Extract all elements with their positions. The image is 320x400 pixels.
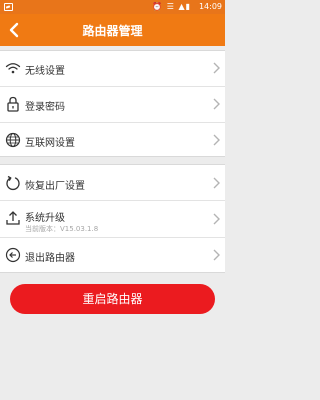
menu-item-internet[interactable]: 互联网设置	[0, 123, 225, 158]
menu-item-logout[interactable]: 退出路由器	[0, 238, 225, 273]
settings-group-1: 无线设置 登录密码 互联网设置	[0, 50, 225, 157]
menu-item-label: 恢复出厂设置	[25, 181, 85, 192]
menu-item-label: 无线设置	[25, 66, 65, 77]
menu-item-label: 退出路由器	[25, 253, 75, 264]
chevron-right-icon	[213, 249, 220, 261]
menu-item-wireless[interactable]: 无线设置	[0, 51, 225, 86]
app-header: 路由器管理	[0, 14, 225, 46]
menu-item-login-password[interactable]: 登录密码	[0, 87, 225, 122]
chevron-right-icon	[213, 213, 220, 225]
restore-icon	[6, 175, 20, 191]
firmware-version: 当前版本：V15.03.1.8	[25, 225, 99, 233]
gallery-icon	[4, 3, 13, 11]
menu-item-factory-reset[interactable]: 恢复出厂设置	[0, 165, 225, 200]
wifi-icon	[5, 63, 21, 74]
exit-icon	[5, 247, 21, 263]
menu-item-label: 互联网设置	[25, 138, 75, 149]
page-title: 路由器管理	[82, 24, 143, 38]
globe-icon	[5, 132, 21, 148]
menu-item-label: 系统升级	[25, 213, 65, 224]
chevron-right-icon	[213, 62, 220, 74]
lock-icon	[7, 96, 19, 112]
status-icons: ⏰ ☰ ▲▮	[152, 2, 191, 11]
status-bar: ⏰ ☰ ▲▮ 14:09	[0, 0, 225, 14]
chevron-right-icon	[213, 98, 220, 110]
upload-icon	[6, 211, 20, 225]
chevron-right-icon	[213, 177, 220, 189]
status-time: 14:09	[198, 2, 222, 11]
chevron-right-icon	[213, 134, 220, 146]
menu-item-label: 登录密码	[25, 102, 65, 113]
menu-item-system-upgrade[interactable]: 系统升级 当前版本：V15.03.1.8	[0, 201, 225, 237]
reboot-router-button[interactable]: 重启路由器	[10, 284, 215, 314]
settings-group-2: 恢复出厂设置 系统升级 当前版本：V15.03.1.8 退出路由器	[0, 164, 225, 273]
